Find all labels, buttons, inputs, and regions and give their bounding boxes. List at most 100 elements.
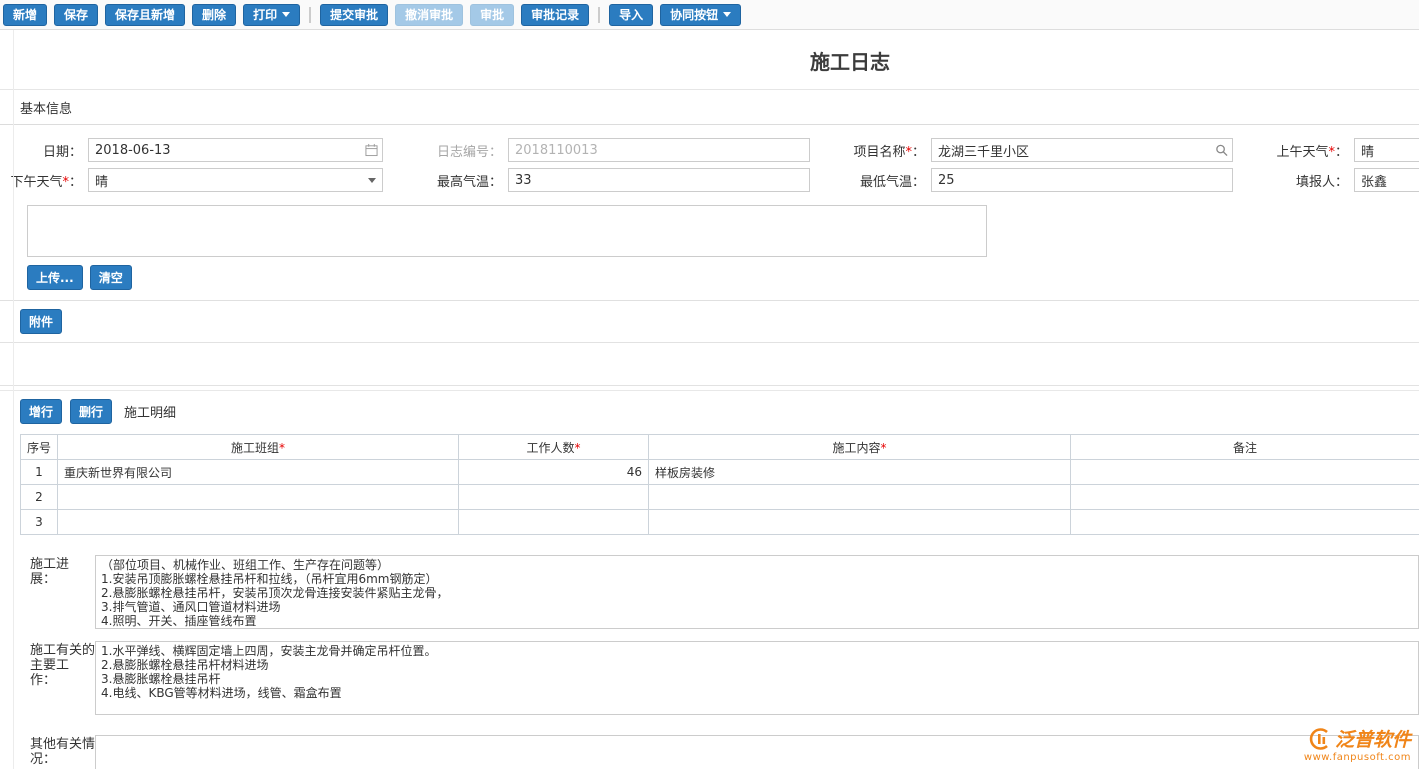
search-icon[interactable] xyxy=(1215,144,1228,157)
basic-info-section-header: 基本信息 xyxy=(0,89,1419,125)
attachment-button-row: 附件 xyxy=(0,301,1419,342)
vendor-url: www.fanpusoft.com xyxy=(1304,752,1411,763)
cell-workers[interactable] xyxy=(459,510,649,535)
delete-row-button[interactable]: 删行 xyxy=(70,399,112,424)
submit-approval-button[interactable]: 提交审批 xyxy=(320,4,388,26)
cell-content[interactable]: 样板房装修 xyxy=(649,460,1071,485)
cell-team[interactable] xyxy=(58,485,459,510)
cell-remark[interactable] xyxy=(1071,510,1419,535)
colon: ： xyxy=(43,673,56,688)
colon: ： xyxy=(69,175,82,190)
date-input[interactable] xyxy=(88,138,383,162)
collaboration-button[interactable]: 协同按钮 xyxy=(660,4,741,26)
basic-remark-textarea[interactable] xyxy=(27,205,987,257)
add-row-button[interactable]: 增行 xyxy=(20,399,62,424)
project-name-label-text: 项目名称 xyxy=(853,145,905,160)
other-info-label-text: 其他有关情况 xyxy=(30,737,95,767)
date-label-text: 日期 xyxy=(43,145,69,160)
max-temp-label: 最高气温： xyxy=(383,171,508,190)
log-number-input xyxy=(508,138,810,162)
min-temp-input[interactable] xyxy=(931,168,1233,192)
import-button[interactable]: 导入 xyxy=(609,4,653,26)
cell-content[interactable] xyxy=(649,485,1071,510)
colon: ： xyxy=(69,145,82,160)
table-row[interactable]: 1 重庆新世界有限公司 46 样板房装修 xyxy=(21,460,1419,485)
cell-remark[interactable] xyxy=(1071,460,1419,485)
cell-workers[interactable]: 46 xyxy=(459,460,649,485)
progress-label: 施工进展： xyxy=(30,555,95,629)
cell-team[interactable] xyxy=(58,510,459,535)
colon: ： xyxy=(1335,145,1348,160)
min-temp-label: 最低气温： xyxy=(810,171,931,190)
main-work-label-text: 施工有关的主要工作 xyxy=(30,643,95,688)
table-row[interactable]: 2 xyxy=(21,485,1419,510)
col-header-text: 备注 xyxy=(1233,441,1257,455)
col-header-workers: 工作人数* xyxy=(459,435,649,460)
cell-workers[interactable] xyxy=(459,485,649,510)
basic-info-form: 日期： 日志编号： 项目名称*： 上午天气*： xyxy=(0,125,1419,386)
title-band: 施工日志 xyxy=(0,30,1419,89)
colon: ： xyxy=(912,145,925,160)
reporter-label: 填报人： xyxy=(1233,171,1354,190)
log-number-label-text: 日志编号 xyxy=(437,145,489,160)
min-temp-label-text: 最低气温 xyxy=(860,175,912,190)
max-temp-input[interactable] xyxy=(508,168,810,192)
morning-weather-field xyxy=(1354,138,1419,162)
reporter-input[interactable] xyxy=(1354,168,1419,192)
detail-section-header: 增行 删行 施工明细 xyxy=(0,390,1419,432)
col-header-no: 序号 xyxy=(21,435,58,460)
morning-weather-label-text: 上午天气 xyxy=(1276,145,1328,160)
progress-textarea[interactable]: （部位项目、机械作业、班组工作、生产存在问题等） 1.安装吊顶膨胀螺栓悬挂吊杆和… xyxy=(95,555,1419,629)
vendor-logo-icon xyxy=(1307,727,1331,751)
afternoon-weather-select[interactable]: 晴 xyxy=(88,168,383,192)
approve-button: 审批 xyxy=(470,4,514,26)
construction-log-page: 新增 保存 保存且新增 删除 打印 提交审批 撤消审批 审批 审批记录 导入 协… xyxy=(0,0,1419,769)
save-and-new-button[interactable]: 保存且新增 xyxy=(105,4,185,26)
colon: ： xyxy=(43,572,56,587)
required-mark: * xyxy=(881,441,887,455)
afternoon-weather-value: 晴 xyxy=(95,171,108,190)
log-number-label: 日志编号： xyxy=(383,141,508,160)
save-button[interactable]: 保存 xyxy=(54,4,98,26)
left-border-line xyxy=(13,30,14,769)
clear-button[interactable]: 清空 xyxy=(90,265,132,290)
new-button[interactable]: 新增 xyxy=(3,4,47,26)
col-header-text: 施工内容 xyxy=(832,441,880,455)
print-button[interactable]: 打印 xyxy=(243,4,300,26)
calendar-icon[interactable] xyxy=(365,144,378,157)
vendor-watermark: 泛普软件 www.fanpusoft.com xyxy=(1304,725,1411,763)
table-row[interactable]: 3 xyxy=(21,510,1419,535)
toolbar-separator xyxy=(309,7,311,23)
required-mark: * xyxy=(279,441,285,455)
cell-content[interactable] xyxy=(649,510,1071,535)
cell-no: 1 xyxy=(21,460,58,485)
col-header-text: 序号 xyxy=(27,441,51,455)
form-row: 下午天气*： 晴 最高气温： 最低气温： 填报人： xyxy=(0,165,1419,195)
log-number-field xyxy=(508,138,810,162)
detail-section-title: 施工明细 xyxy=(124,402,176,421)
table-header-row: 序号 施工班组* 工作人数* 施工内容* 备注 xyxy=(21,435,1419,460)
upload-button[interactable]: 上传... xyxy=(27,265,83,290)
chevron-down-icon xyxy=(368,178,376,183)
collaboration-button-label: 协同按钮 xyxy=(670,9,718,21)
main-work-field-row: 施工有关的主要工作： 1.水平弹线、横辉固定墙上四周，安装主龙骨并确定吊杆位置。… xyxy=(0,629,1419,715)
col-header-text: 工作人数 xyxy=(526,441,574,455)
col-header-text: 施工班组 xyxy=(231,441,279,455)
main-work-textarea[interactable]: 1.水平弹线、横辉固定墙上四周，安装主龙骨并确定吊杆位置。 2.悬膨胀螺栓悬挂吊… xyxy=(95,641,1419,715)
delete-button[interactable]: 删除 xyxy=(192,4,236,26)
other-info-textarea[interactable] xyxy=(95,735,1419,769)
reporter-label-text: 填报人 xyxy=(1296,175,1335,190)
colon: ： xyxy=(1335,175,1348,190)
colon: ： xyxy=(489,145,502,160)
attachment-button[interactable]: 附件 xyxy=(20,309,62,334)
approval-records-button[interactable]: 审批记录 xyxy=(521,4,589,26)
construction-detail-table: 序号 施工班组* 工作人数* 施工内容* 备注 1 重庆新世界有限公司 46 样… xyxy=(20,434,1419,535)
vendor-brand: 泛普软件 xyxy=(1304,725,1411,752)
cell-team[interactable]: 重庆新世界有限公司 xyxy=(58,460,459,485)
colon: ： xyxy=(43,752,56,767)
project-name-input[interactable] xyxy=(931,138,1233,162)
page-title: 施工日志 xyxy=(810,50,890,74)
cell-remark[interactable] xyxy=(1071,485,1419,510)
morning-weather-input[interactable] xyxy=(1354,138,1419,162)
print-button-label: 打印 xyxy=(253,9,277,21)
